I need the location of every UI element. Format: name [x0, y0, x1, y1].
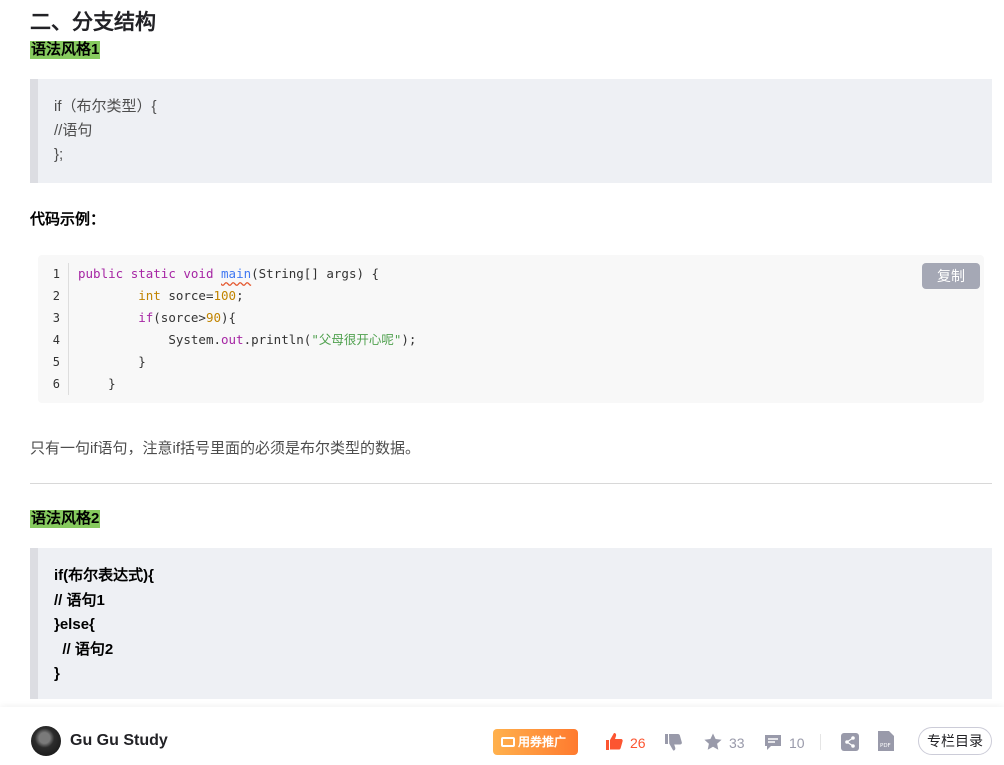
- promo-label: 用券推广: [518, 735, 567, 749]
- code-token: (String[] args) {: [251, 266, 380, 281]
- share-button[interactable]: [840, 732, 860, 757]
- code-token: public: [78, 266, 131, 281]
- syntax-style-2-tag: 语法风格2: [30, 510, 101, 528]
- code-token: sorce=: [168, 288, 214, 303]
- thumb-down-icon: [665, 734, 682, 751]
- line-number: 2: [52, 289, 60, 303]
- code-line: System.out.println("父母很开心呢");: [78, 329, 416, 351]
- code-line: int sorce=100;: [78, 285, 416, 307]
- quote-line: //语句: [54, 122, 93, 139]
- comment-icon: [765, 735, 781, 750]
- code-content[interactable]: public static void main(String[] args) {…: [78, 263, 416, 395]
- code-token: }: [108, 376, 116, 391]
- favorite-button[interactable]: 33: [703, 732, 745, 752]
- line-number: 5: [52, 355, 60, 369]
- explanation-paragraph: 只有一句if语句，注意if括号里面的必须是布尔类型的数据。: [30, 440, 421, 457]
- share-icon: [841, 733, 859, 751]
- code-token: int: [138, 288, 169, 303]
- code-token: "父母很开心呢": [311, 332, 402, 347]
- column-toc-button[interactable]: 专栏目录: [918, 727, 992, 755]
- line-number: 3: [52, 311, 60, 325]
- code-token: .println(: [243, 332, 312, 347]
- code-token: out: [221, 332, 244, 347]
- line-number: 4: [52, 333, 60, 347]
- svg-text:PDF: PDF: [880, 743, 891, 749]
- code-token: ){: [221, 310, 237, 325]
- code-token: main: [221, 266, 252, 281]
- toolbar-separator: [820, 734, 821, 750]
- divider: [30, 483, 992, 484]
- coupon-icon: [501, 737, 515, 747]
- comment-button[interactable]: 10: [763, 732, 805, 752]
- quote-line: if（布尔类型）{: [54, 98, 157, 115]
- code-token: 100: [213, 288, 237, 303]
- quote-line: // 语句2: [54, 640, 114, 658]
- code-example-label: 代码示例：: [30, 211, 106, 228]
- quote-line: }: [54, 665, 60, 682]
- promo-coupon-button[interactable]: 用券推广: [493, 729, 578, 755]
- syntax-style-1-tag: 语法风格1: [30, 41, 101, 59]
- code-token: }: [138, 354, 146, 369]
- syntax-style-1-quote: if（布尔类型）{ //语句 };: [30, 79, 992, 183]
- code-token: System.: [168, 332, 221, 347]
- line-number: 6: [52, 377, 60, 391]
- dislike-button[interactable]: [663, 732, 689, 752]
- line-number-gutter: 1 2 3 4 5 6: [38, 263, 69, 395]
- bottom-toolbar: Gu Gu Study 用券推广 26 33 10 PDF 专栏目录: [0, 707, 1004, 765]
- quote-line: }else{: [54, 616, 95, 633]
- copy-button[interactable]: 复制: [922, 263, 980, 289]
- code-token: (sorce>: [153, 310, 206, 325]
- like-button[interactable]: 26: [604, 732, 646, 752]
- pdf-button[interactable]: PDF: [877, 730, 895, 757]
- quote-line: if(布尔表达式){: [54, 567, 154, 584]
- syntax-style-2-quote: if(布尔表达式){ // 语句1 }else{ // 语句2 }: [30, 548, 992, 699]
- line-number: 1: [52, 267, 60, 281]
- code-token: void: [183, 266, 222, 281]
- code-line: }: [78, 351, 416, 373]
- comment-count: 10: [789, 735, 805, 751]
- favorite-count: 33: [729, 735, 745, 751]
- code-line: if(sorce>90){: [78, 307, 416, 329]
- code-line: }: [78, 373, 416, 395]
- avatar[interactable]: [31, 726, 61, 756]
- quote-line: // 语句1: [54, 591, 105, 609]
- code-token: if: [138, 310, 154, 325]
- thumb-up-icon: [606, 733, 623, 750]
- code-token: ;: [236, 288, 244, 303]
- author-name[interactable]: Gu Gu Study: [70, 732, 168, 750]
- star-icon: [704, 733, 722, 750]
- code-token: );: [401, 332, 417, 347]
- code-token: static: [130, 266, 184, 281]
- code-token: 90: [205, 310, 222, 325]
- page-heading: 二、分支结构: [30, 11, 156, 34]
- like-count: 26: [630, 735, 646, 751]
- code-block: 1 2 3 4 5 6 public static void main(Stri…: [38, 255, 984, 403]
- quote-line: };: [54, 146, 64, 163]
- code-line: public static void main(String[] args) {: [78, 263, 416, 285]
- pdf-icon: PDF: [878, 731, 894, 751]
